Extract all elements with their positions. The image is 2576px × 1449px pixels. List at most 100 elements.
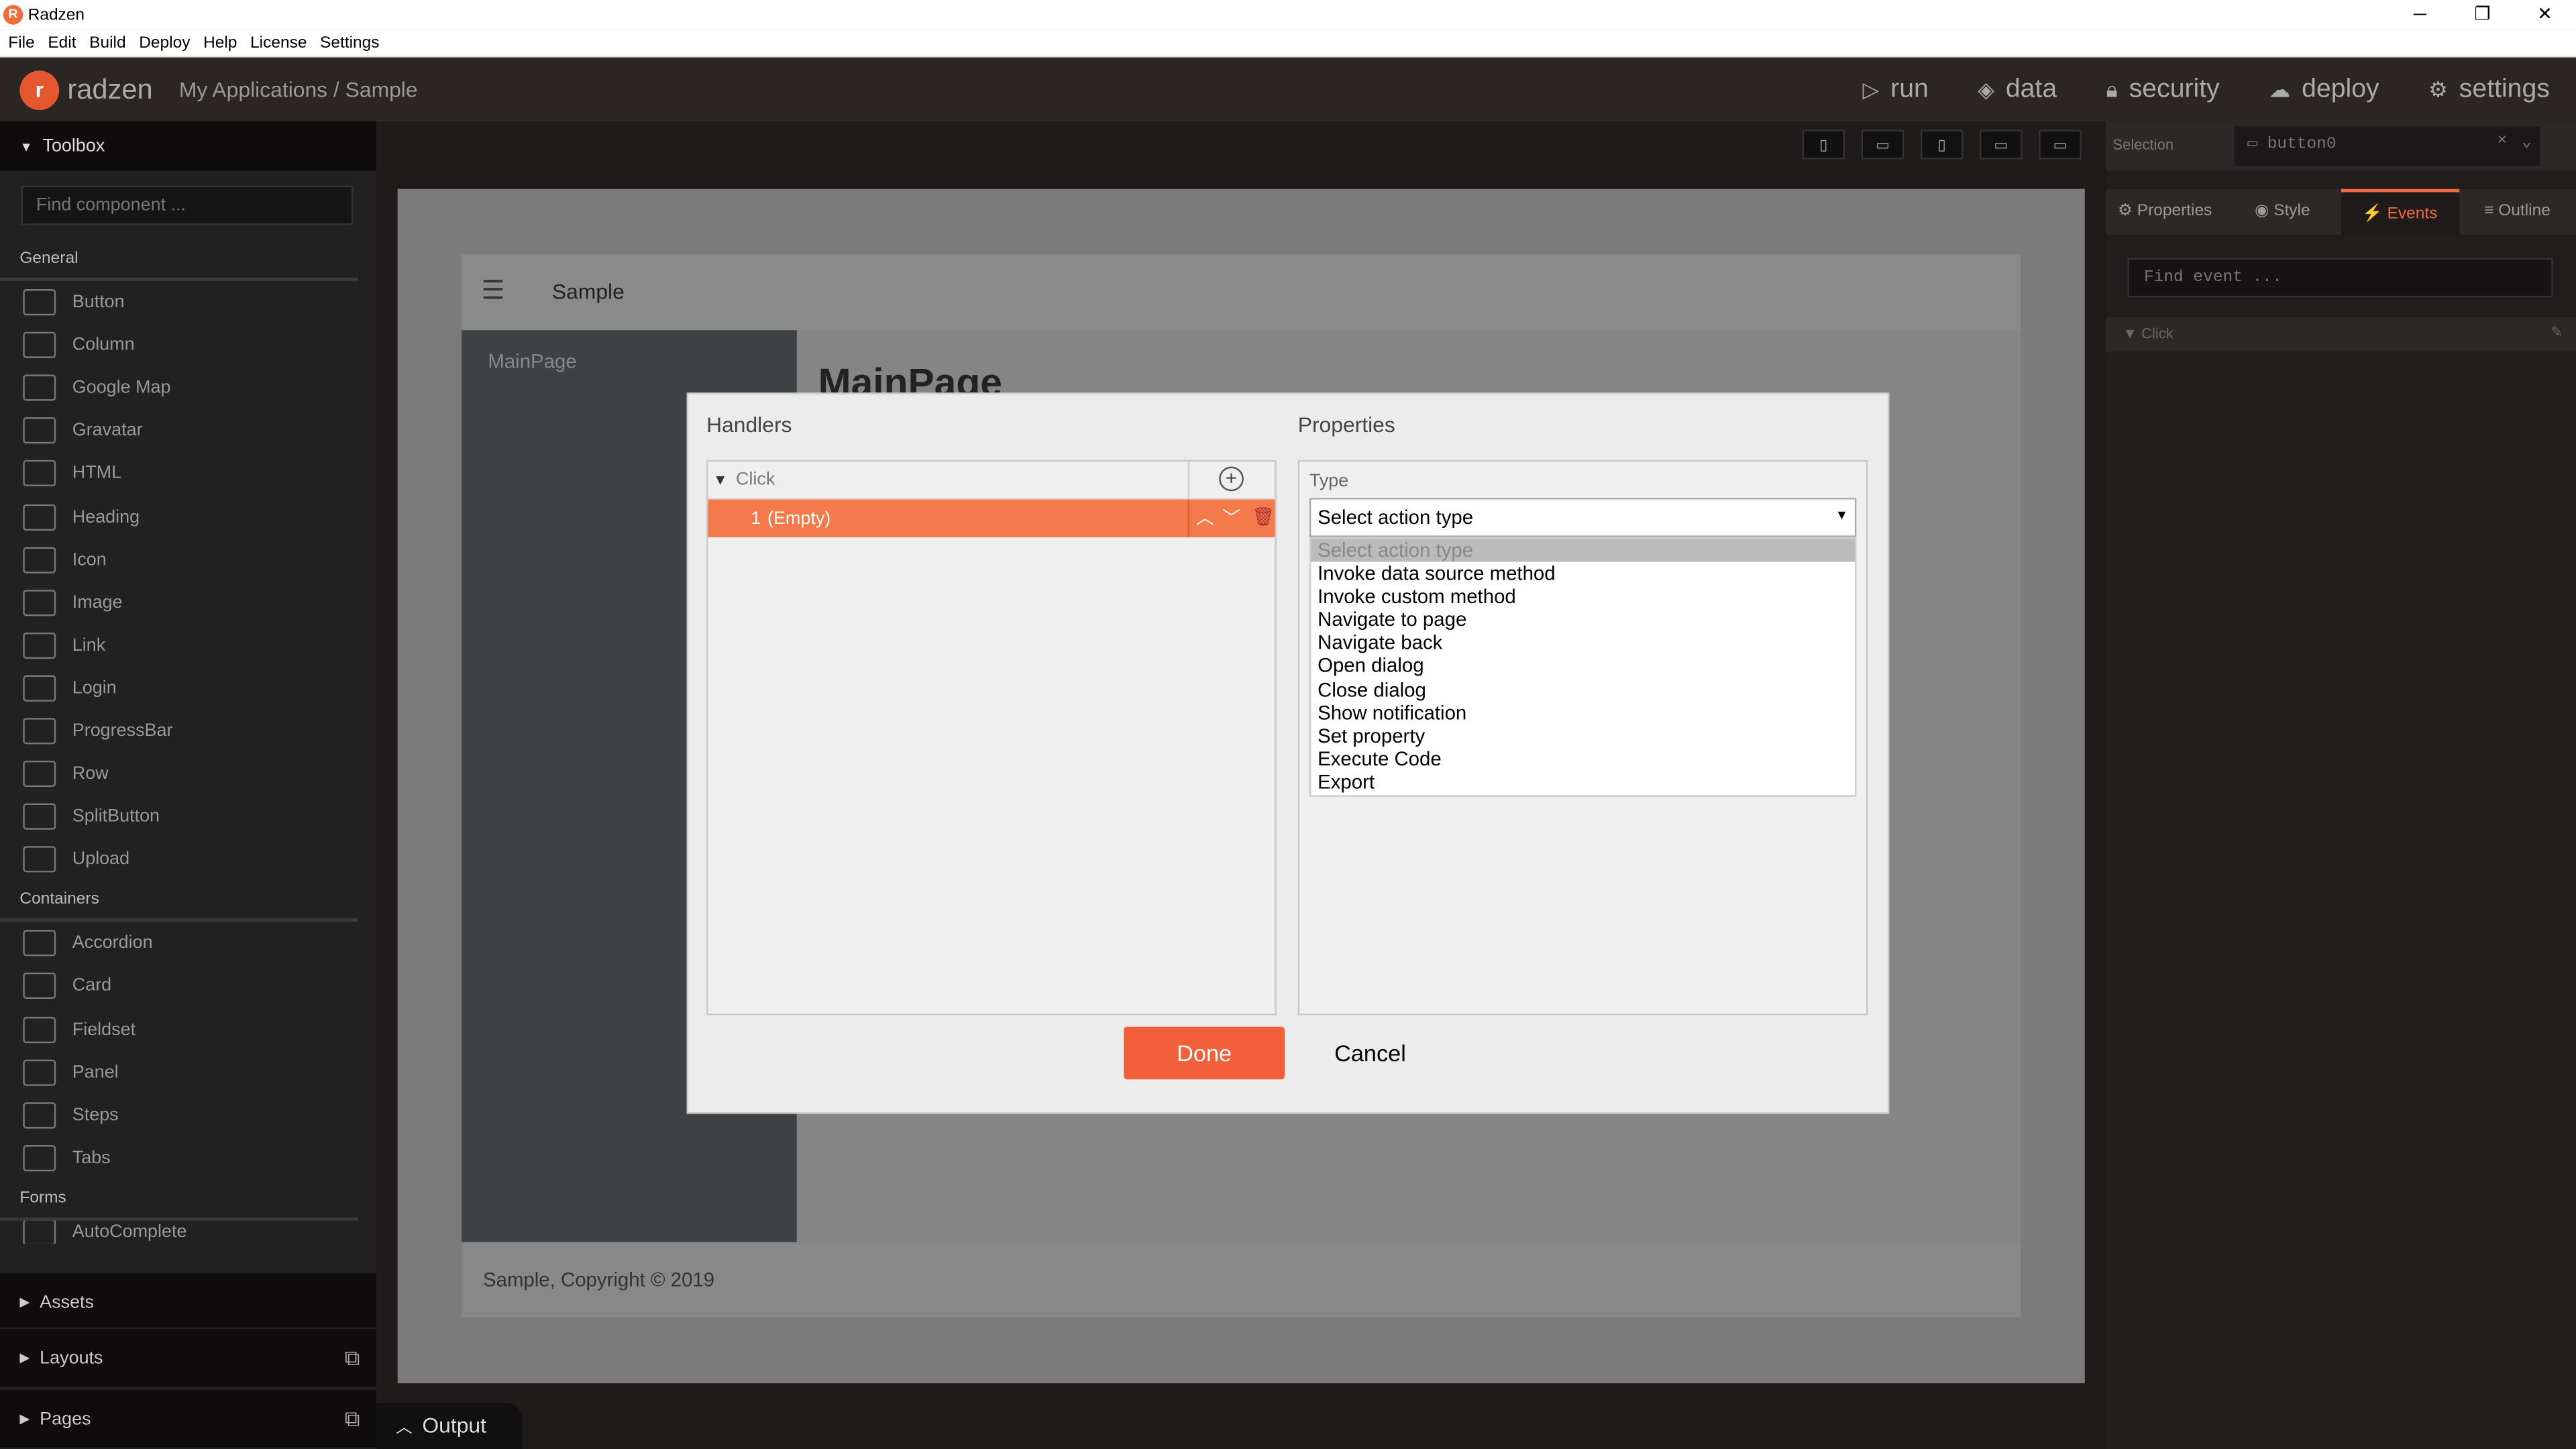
- tool-button[interactable]: Button: [0, 281, 376, 324]
- action-option[interactable]: Invoke data source method: [1311, 562, 1855, 586]
- tool-login[interactable]: Login: [0, 667, 376, 710]
- layouts-section[interactable]: ▶ Layouts ⧉: [0, 1327, 376, 1387]
- breadcrumb[interactable]: My Applications / Sample: [179, 77, 418, 102]
- tool-column[interactable]: Column: [0, 324, 376, 367]
- close-button[interactable]: ✕: [2514, 0, 2576, 30]
- action-option[interactable]: Export: [1311, 770, 1855, 794]
- hamburger-icon[interactable]: ☰: [482, 274, 505, 307]
- handler-row[interactable]: 1 (Empty) ︿ ﹀ 🗑︎: [708, 499, 1275, 537]
- nav-data[interactable]: ◈ data: [1978, 74, 2057, 104]
- clear-icon[interactable]: ×: [2497, 133, 2507, 151]
- menu-deploy[interactable]: Deploy: [139, 34, 190, 52]
- caret-right-icon: ▶: [19, 1350, 30, 1366]
- handler-index: 1: [751, 508, 761, 529]
- tool-image[interactable]: Image: [0, 581, 376, 624]
- find-event-input[interactable]: [2127, 258, 2553, 298]
- toolbox-header[interactable]: ▼ Toolbox: [0, 121, 376, 171]
- tool-html[interactable]: HTML: [0, 452, 376, 495]
- action-option[interactable]: Invoke custom method: [1311, 585, 1855, 608]
- nav-run[interactable]: ▷ run: [1863, 74, 1929, 104]
- tool-panel[interactable]: Panel: [0, 1051, 376, 1093]
- event-click-row[interactable]: ▼ Click ✎: [2106, 317, 2576, 352]
- radzen-brand-icon[interactable]: r: [19, 70, 60, 109]
- preview-footer[interactable]: Sample, Copyright © 2019: [462, 1243, 2021, 1318]
- handlers-title: Handlers: [706, 412, 792, 437]
- tool-gravatar[interactable]: Gravatar: [0, 409, 376, 452]
- tool-heading[interactable]: Heading: [0, 495, 376, 538]
- type-label: Type: [1309, 471, 1349, 492]
- tool-upload[interactable]: Upload: [0, 839, 376, 881]
- tool-autocomplete[interactable]: AutoComplete: [0, 1220, 376, 1244]
- tool-icon[interactable]: Icon: [0, 538, 376, 581]
- containers-list: Accordion Card Fieldset Panel Steps Tabs: [0, 922, 376, 1179]
- tool-google-map[interactable]: Google Map: [0, 367, 376, 410]
- handler-event-row[interactable]: ▼ Click +: [708, 462, 1275, 500]
- event-name: Click: [735, 470, 775, 490]
- trash-icon[interactable]: 🗑︎: [1252, 506, 1275, 527]
- tool-progressbar[interactable]: ProgressBar: [0, 710, 376, 753]
- restore-button[interactable]: ❐: [2451, 0, 2514, 30]
- menu-edit[interactable]: Edit: [48, 34, 76, 52]
- minimize-button[interactable]: ─: [2389, 0, 2451, 30]
- action-option[interactable]: Close dialog: [1311, 678, 1855, 701]
- action-option[interactable]: Open dialog: [1311, 655, 1855, 678]
- tablet-landscape-icon[interactable]: ▭: [1980, 129, 2023, 160]
- cloud-upload-icon: ☁: [2269, 76, 2291, 101]
- menu-file[interactable]: File: [8, 34, 34, 52]
- selection-dropdown[interactable]: ▭ button0 × ⌄: [2234, 126, 2540, 166]
- component-search-input[interactable]: [21, 185, 354, 225]
- tool-splitbutton[interactable]: SplitButton: [0, 796, 376, 839]
- section-forms: Forms: [0, 1179, 358, 1221]
- output-panel-toggle[interactable]: ︿ Output: [376, 1403, 523, 1449]
- menu-help[interactable]: Help: [203, 34, 237, 52]
- menu-license[interactable]: License: [250, 34, 307, 52]
- tool-steps[interactable]: Steps: [0, 1093, 376, 1136]
- assets-section[interactable]: ▶ Assets: [0, 1271, 376, 1331]
- add-layout-icon[interactable]: ⧉: [345, 1345, 360, 1371]
- tab-properties[interactable]: ⚙ Properties: [2106, 189, 2224, 235]
- chevron-down-icon[interactable]: ⌄: [2522, 133, 2532, 153]
- edit-icon[interactable]: ✎: [2551, 323, 2563, 341]
- tool-link[interactable]: Link: [0, 624, 376, 667]
- tool-card[interactable]: Card: [0, 965, 376, 1008]
- tool-row[interactable]: Row: [0, 753, 376, 796]
- menu-build[interactable]: Build: [89, 34, 125, 52]
- phone-landscape-icon[interactable]: ▭: [1861, 129, 1904, 160]
- cancel-button[interactable]: Cancel: [1307, 1027, 1432, 1079]
- preview-side-item[interactable]: MainPage: [488, 350, 576, 373]
- nav-security[interactable]: 🔒︎ security: [2106, 74, 2220, 104]
- tool-label: Image: [72, 592, 123, 612]
- tablet-icon[interactable]: ▯: [1920, 129, 1964, 160]
- nav-deploy[interactable]: ☁ deploy: [2269, 74, 2379, 104]
- tab-outline[interactable]: ≡ Outline: [2459, 189, 2576, 235]
- preview-title: Sample: [551, 279, 625, 305]
- gravatar-icon: [23, 417, 56, 445]
- move-down-icon[interactable]: ﹀: [1222, 504, 1240, 531]
- tool-tabs[interactable]: Tabs: [0, 1136, 376, 1179]
- preview-header[interactable]: ☰ Sample: [462, 254, 2021, 331]
- tab-events[interactable]: ⚡ Events: [2341, 189, 2459, 235]
- action-option[interactable]: Navigate to page: [1311, 608, 1855, 632]
- tool-label: Column: [72, 335, 135, 356]
- caret-down-icon: ▼: [19, 138, 33, 154]
- action-option[interactable]: Execute Code: [1311, 747, 1855, 771]
- action-option[interactable]: Navigate back: [1311, 631, 1855, 655]
- menu-settings[interactable]: Settings: [320, 34, 380, 52]
- phone-icon[interactable]: ▯: [1802, 129, 1845, 160]
- pages-section[interactable]: ▶ Pages ⧉: [0, 1388, 376, 1448]
- desktop-icon[interactable]: ▭: [2039, 129, 2082, 160]
- add-handler-icon[interactable]: +: [1219, 466, 1244, 492]
- tab-style[interactable]: ◉ Style: [2224, 189, 2341, 235]
- action-option[interactable]: Set property: [1311, 724, 1855, 747]
- add-page-icon[interactable]: ⧉: [345, 1405, 360, 1432]
- action-type-select[interactable]: Select action type ▼: [1309, 498, 1857, 537]
- move-up-icon[interactable]: ︿: [1196, 504, 1214, 531]
- tool-fieldset[interactable]: Fieldset: [0, 1008, 376, 1051]
- action-option[interactable]: Select action type: [1311, 539, 1855, 562]
- tool-accordion[interactable]: Accordion: [0, 922, 376, 965]
- done-button[interactable]: Done: [1124, 1026, 1285, 1079]
- nav-settings[interactable]: ⚙ settings: [2428, 74, 2550, 104]
- action-option[interactable]: Show notification: [1311, 701, 1855, 724]
- brand-name[interactable]: radzen: [67, 73, 152, 106]
- preview-heading[interactable]: MainPage: [818, 362, 1002, 393]
